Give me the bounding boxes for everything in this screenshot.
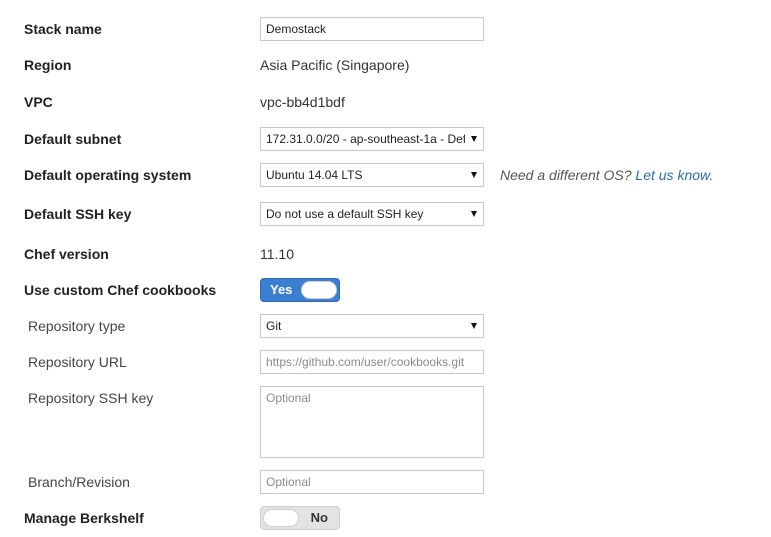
default-subnet-label: Default subnet [24,131,122,147]
chevron-down-icon [471,323,477,329]
stack-name-label: Stack name [24,21,102,37]
repository-type-select[interactable]: Git [260,314,484,338]
repository-type-selected: Git [266,319,282,333]
branch-revision-label: Branch/Revision [28,474,130,490]
default-os-label: Default operating system [24,167,192,183]
os-hint-text: Need a different OS? [500,167,632,183]
custom-cookbooks-toggle[interactable]: Yes [260,278,340,302]
chef-version-value: 11.10 [260,246,294,262]
branch-revision-input[interactable] [260,470,484,494]
repository-type-label: Repository type [28,318,126,334]
region-value: Asia Pacific (Singapore) [260,57,410,73]
os-hint: Need a different OS? Let us know. [500,166,713,184]
toggle-knob [301,281,337,299]
repository-url-input[interactable] [260,350,484,374]
custom-cookbooks-label: Use custom Chef cookbooks [24,282,217,298]
default-os-selected: Ubuntu 14.04 LTS [266,168,363,182]
default-ssh-key-selected: Do not use a default SSH key [266,207,424,221]
default-ssh-key-label: Default SSH key [24,206,132,222]
repository-ssh-key-textarea[interactable] [260,386,484,458]
manage-berkshelf-toggle[interactable]: No [260,506,340,530]
default-os-select[interactable]: Ubuntu 14.04 LTS [260,163,484,187]
manage-berkshelf-label: Manage Berkshelf [24,510,144,526]
chevron-down-icon [471,211,477,217]
vpc-label: VPC [24,94,53,110]
chevron-down-icon [471,172,477,178]
default-ssh-key-select[interactable]: Do not use a default SSH key [260,202,484,226]
repository-url-label: Repository URL [28,354,127,370]
toggle-knob [263,509,299,527]
toggle-state-label: Yes [270,282,293,297]
toggle-state-label: No [310,510,328,525]
let-us-know-link[interactable]: Let us know. [635,167,713,183]
vpc-value: vpc-bb4d1bdf [260,94,345,110]
default-subnet-selected: 172.31.0.0/20 - ap-southeast-1a - Def [266,132,465,146]
chef-version-label: Chef version [24,246,109,262]
repository-ssh-key-label: Repository SSH key [28,390,154,406]
chevron-down-icon [471,136,477,142]
region-label: Region [24,57,72,73]
default-subnet-select[interactable]: 172.31.0.0/20 - ap-southeast-1a - Def [260,127,484,151]
stack-name-input[interactable] [260,17,484,41]
